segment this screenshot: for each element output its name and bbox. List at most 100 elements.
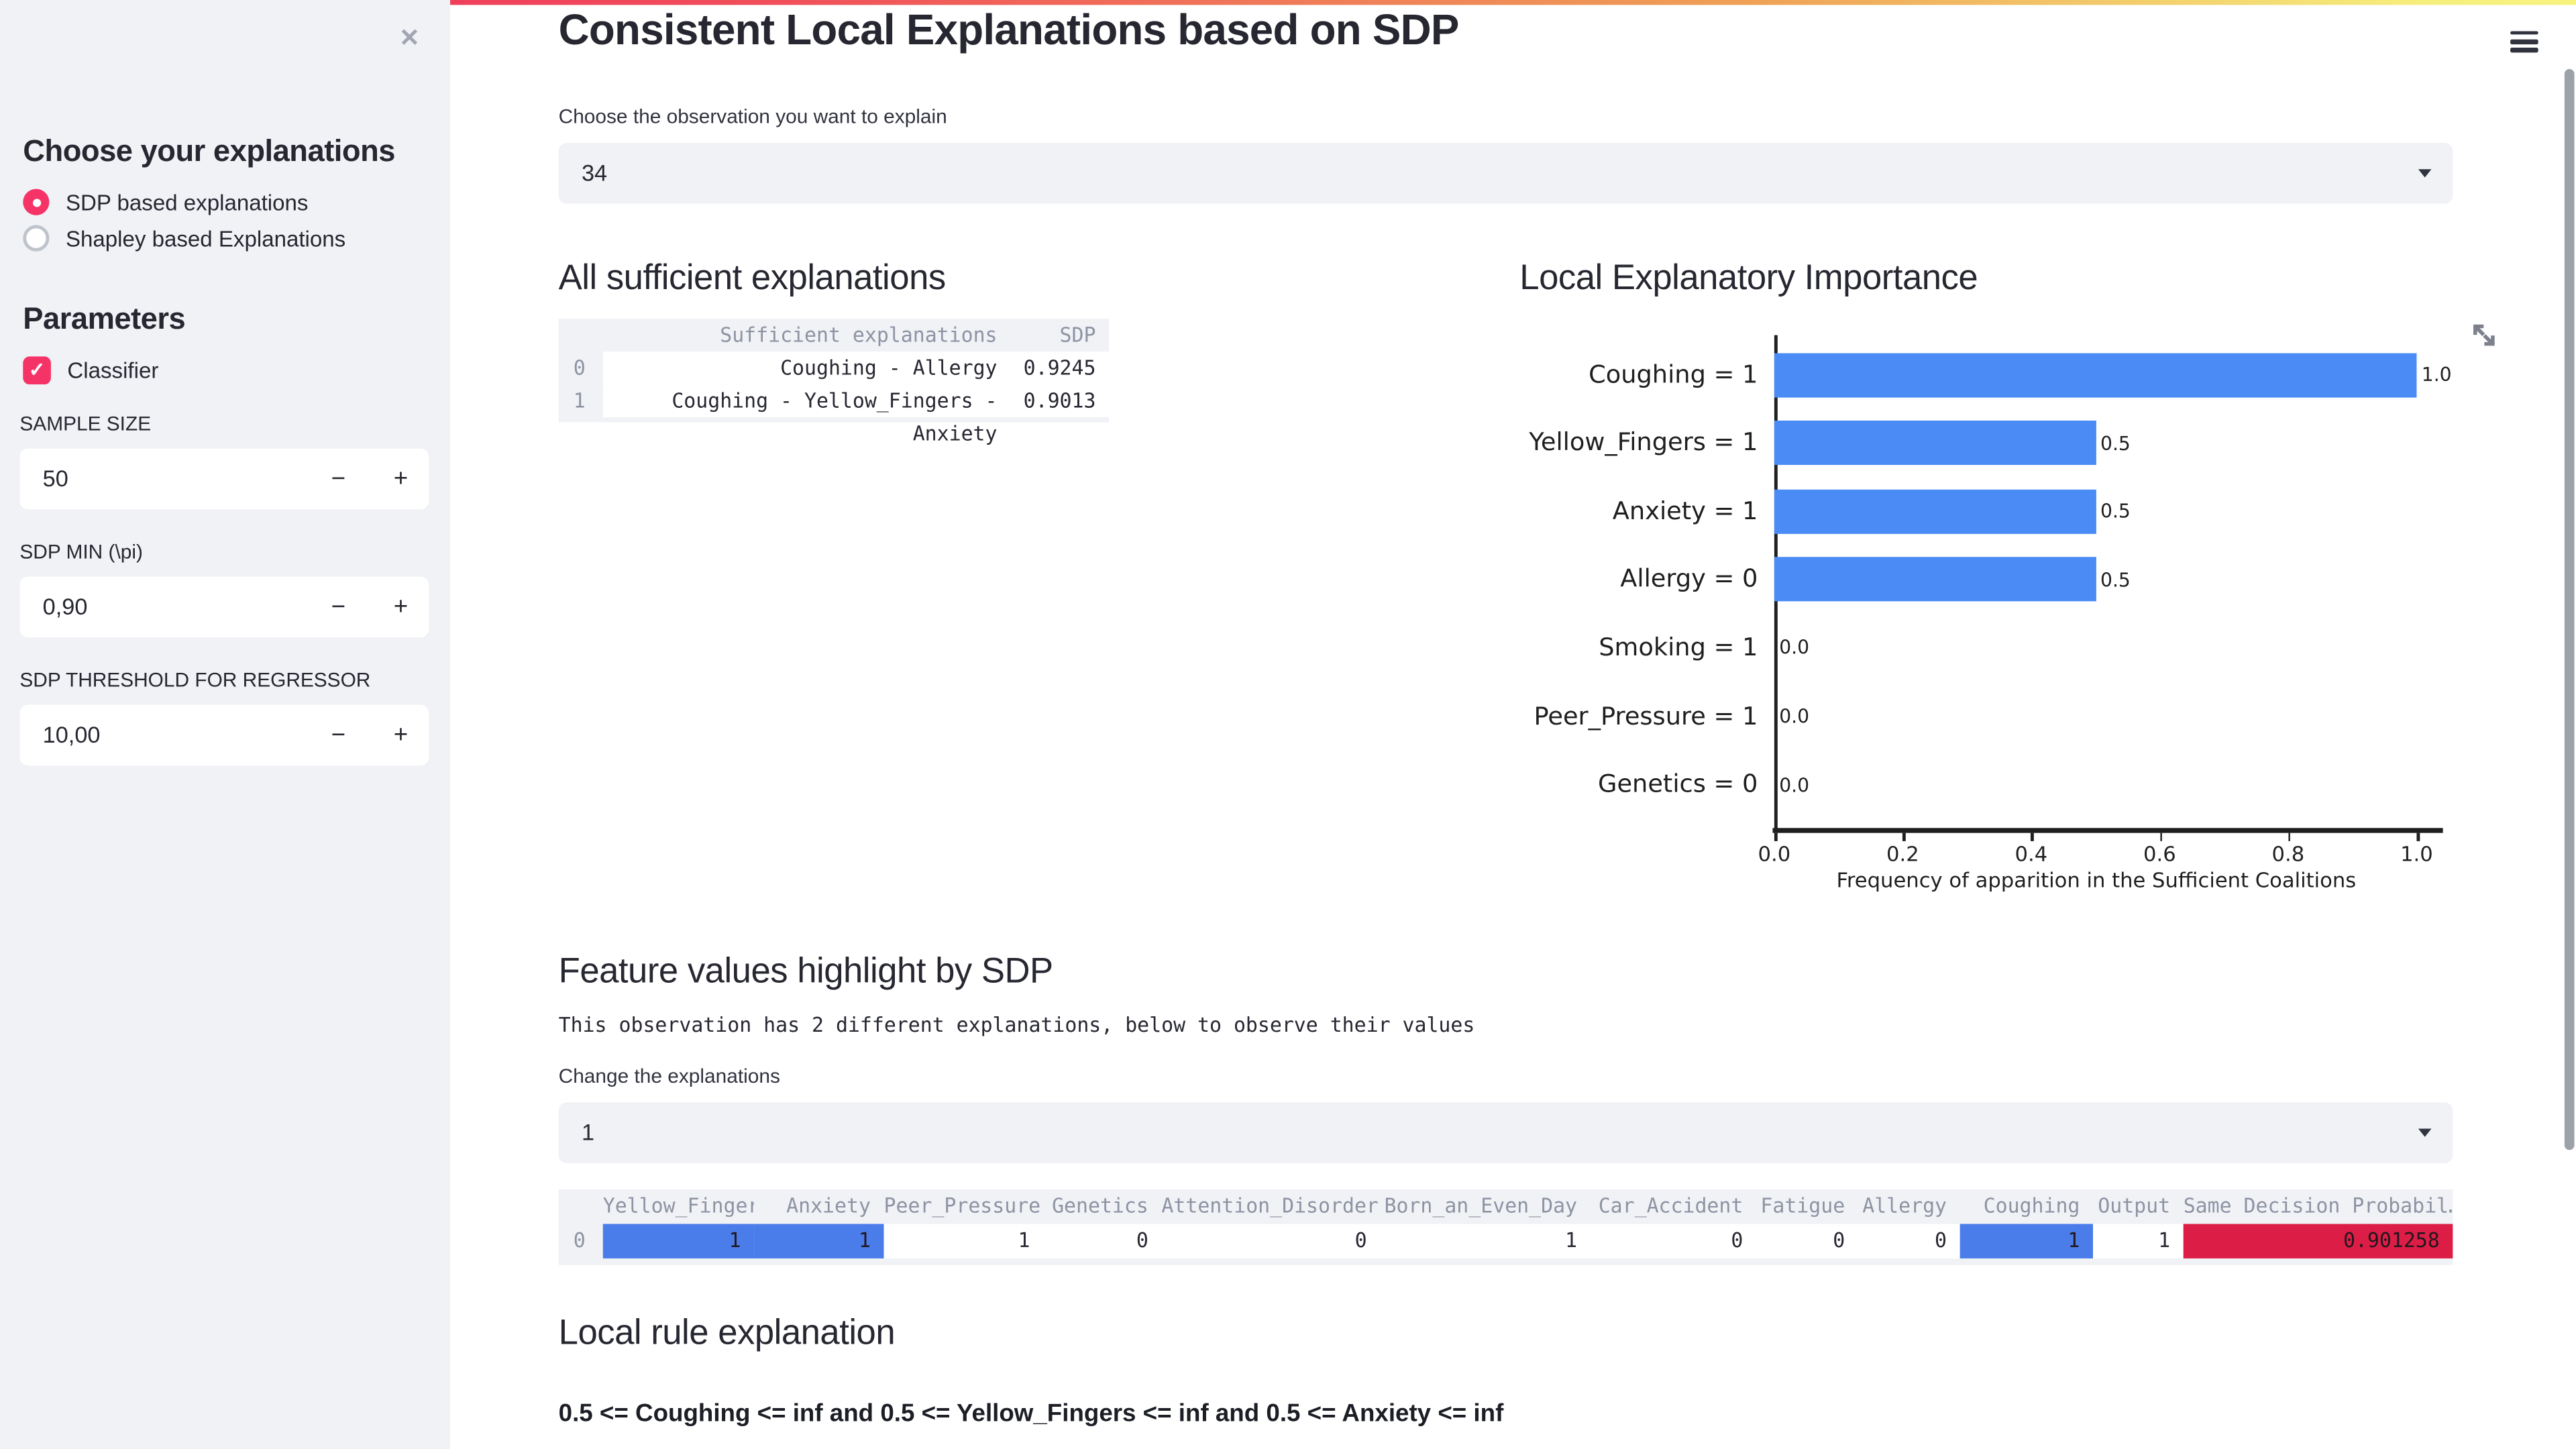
observation-select-label: Choose the observation you want to expla… (558, 105, 947, 129)
sidebar-section-title-parameters: Parameters (23, 301, 186, 335)
column-header: Attention_Disorder (1161, 1194, 1379, 1218)
sdp-min-value[interactable]: 0,90 (43, 577, 88, 638)
chart-bar-value-label: 0.5 (2100, 431, 2131, 455)
chart-bar-value-label: 0.5 (2100, 568, 2131, 592)
sdp-min-input[interactable]: 0,90 − + (19, 576, 429, 638)
table-row: 1 Coughing - Yellow_Fingers - Anxiety 0.90… (559, 384, 1110, 445)
sample-size-decrement-button[interactable]: − (317, 449, 360, 510)
chart-bar-value-label: 0.0 (1779, 773, 1810, 796)
sidebar-close-icon[interactable]: ✕ (399, 23, 420, 53)
chevron-down-icon[interactable] (2418, 1128, 2432, 1137)
feature-values-title: Feature values highlight by SDP (558, 951, 1054, 991)
chart-axis-tick-label: 0.4 (2015, 841, 2048, 866)
explanation-selectbox[interactable]: 1 (558, 1102, 2453, 1163)
chart-bar-value-label: 1.0 (2421, 363, 2452, 386)
table-cell: 0 (1756, 1224, 1858, 1258)
column-header: Peer_Pressure (883, 1194, 1041, 1218)
chevron-down-icon[interactable] (2418, 169, 2432, 178)
chart-bar-row: 0.5 (1774, 557, 2131, 602)
column-header: Born_an_Even_Day (1384, 1194, 1578, 1218)
chart-axis-tick (1902, 833, 1906, 841)
feature-values-table: Yellow_Fingers Anxiety Peer_Pressure Geneti… (558, 1189, 2453, 1265)
sdp-min-increment-button[interactable]: + (380, 577, 423, 638)
table-cell: 1 (1380, 1224, 1591, 1258)
table-cell: 0.901258 (2183, 1224, 2453, 1258)
sdp-min-decrement-button[interactable]: − (317, 577, 360, 638)
sdp-threshold-value[interactable]: 10,00 (43, 705, 101, 766)
table-cell: 0 (573, 356, 586, 380)
chart-bar-row: 0.0 (1774, 626, 1809, 670)
chart-axis-tick (2031, 833, 2034, 841)
chart-bar-row: 1.0 (1774, 352, 2452, 397)
chart-bar-row: 0.0 (1774, 694, 1809, 739)
chart-axis-tick-label: 1.0 (2400, 841, 2433, 866)
column-header: Same Decision Probabil… (2183, 1194, 2453, 1218)
chart-category-label: Smoking = 1 (1599, 632, 1758, 662)
classifier-checkbox-row[interactable]: ✓ Classifier (23, 355, 158, 384)
radio-label: SDP based explanations (65, 189, 309, 215)
sufficient-explanations-title: All sufficient explanations (558, 258, 947, 298)
chart-category-label: Allergy = 0 (1620, 564, 1758, 594)
page-title: Consistent Local Explanations based on S… (558, 5, 1460, 54)
sdp-column-header: SDP (1059, 323, 1096, 347)
sdp-threshold-label: SDP THRESHOLD FOR REGRESSOR (19, 668, 371, 692)
sufficient-explanations-table: Sufficient explanations SDP 0 Coughing - … (558, 319, 1110, 445)
menu-icon[interactable] (2510, 31, 2538, 57)
table-cell: Coughing - Allergy (602, 352, 1011, 385)
chart-bar (1774, 489, 2096, 534)
sample-size-value[interactable]: 50 (43, 449, 68, 510)
chart-category-label: Yellow_Fingers = 1 (1529, 427, 1758, 458)
chart-x-axis-label: Frequency of apparition in the Sufficien… (1836, 867, 2357, 892)
index-header (559, 1189, 603, 1224)
chart-category-label: Peer_Pressure = 1 (1534, 700, 1758, 731)
sample-size-increment-button[interactable]: + (380, 449, 423, 510)
column-header: Fatigue (1760, 1194, 1845, 1218)
table-cell: 0 (1161, 1224, 1381, 1258)
table-row: 0 Coughing - Allergy 0.9245 (559, 352, 1110, 385)
scrollbar[interactable] (2564, 68, 2574, 1150)
table-cell: Coughing - Yellow_Fingers - Anxiety (602, 384, 1011, 445)
radio-selected-icon[interactable] (23, 189, 50, 215)
sdp-threshold-decrement-button[interactable]: − (317, 705, 360, 766)
explanations-column-header: Sufficient explanations (720, 323, 998, 347)
row-index-cell: 0 (573, 1228, 586, 1252)
observation-selectbox[interactable]: 34 (558, 143, 2453, 204)
table-cell: 0.9013 (1010, 384, 1110, 418)
feature-values-note: This observation has 2 different explana… (558, 1014, 1475, 1037)
table-cell: 0 (1590, 1224, 1756, 1258)
chart-bar (1774, 557, 2096, 602)
chart-axis-tick-label: 0.0 (1758, 841, 1791, 866)
chart-bar (1774, 352, 2417, 397)
table-cell: 1 (602, 1224, 755, 1258)
radio-label: Shapley based Explanations (65, 225, 346, 251)
fullscreen-expand-icon[interactable] (2471, 322, 2497, 356)
chart-bar (1774, 421, 2096, 466)
chart-category-label: Coughing = 1 (1589, 359, 1758, 389)
sample-size-label: SAMPLE SIZE (19, 412, 152, 435)
table-cell: 1 (754, 1224, 884, 1258)
explanation-select-value: 1 (581, 1118, 595, 1145)
chart-bar-value-label: 0.0 (1779, 704, 1810, 728)
chart-x-axis (1772, 828, 2443, 833)
sdp-threshold-input[interactable]: 10,00 − + (19, 704, 429, 766)
chart-axis-tick (2288, 833, 2291, 841)
chart-bar-row: 0.5 (1774, 489, 2131, 534)
sample-size-input[interactable]: 50 − + (19, 448, 429, 510)
table-cell: 1 (883, 1224, 1044, 1258)
checkbox-checked-icon[interactable]: ✓ (23, 356, 51, 384)
radio-sdp-based[interactable]: SDP based explanations (23, 187, 308, 217)
radio-unselected-icon[interactable] (23, 225, 50, 252)
chart-bar-row: 0.0 (1774, 763, 1809, 807)
sdp-threshold-increment-button[interactable]: + (380, 705, 423, 766)
column-header: Anxiety (786, 1194, 871, 1218)
local-rule-text: 0.5 <= Coughing <= inf and 0.5 <= Yellow… (558, 1399, 1504, 1428)
table-cell: 0.9245 (1010, 352, 1110, 385)
chart-category-label: Anxiety = 1 (1612, 495, 1758, 525)
app-root: ✕ Choose your explanations SDP based exp… (0, 0, 2576, 1449)
table-cell: 1 (573, 389, 586, 413)
radio-shapley-based[interactable]: Shapley based Explanations (23, 223, 345, 253)
table-header-row: Yellow_Fingers Anxiety Peer_Pressure Geneti… (559, 1189, 2453, 1224)
observation-select-value: 34 (581, 159, 608, 186)
table-header-row: Sufficient explanations SDP (559, 319, 1109, 352)
chart-axis-tick (1774, 833, 1777, 841)
